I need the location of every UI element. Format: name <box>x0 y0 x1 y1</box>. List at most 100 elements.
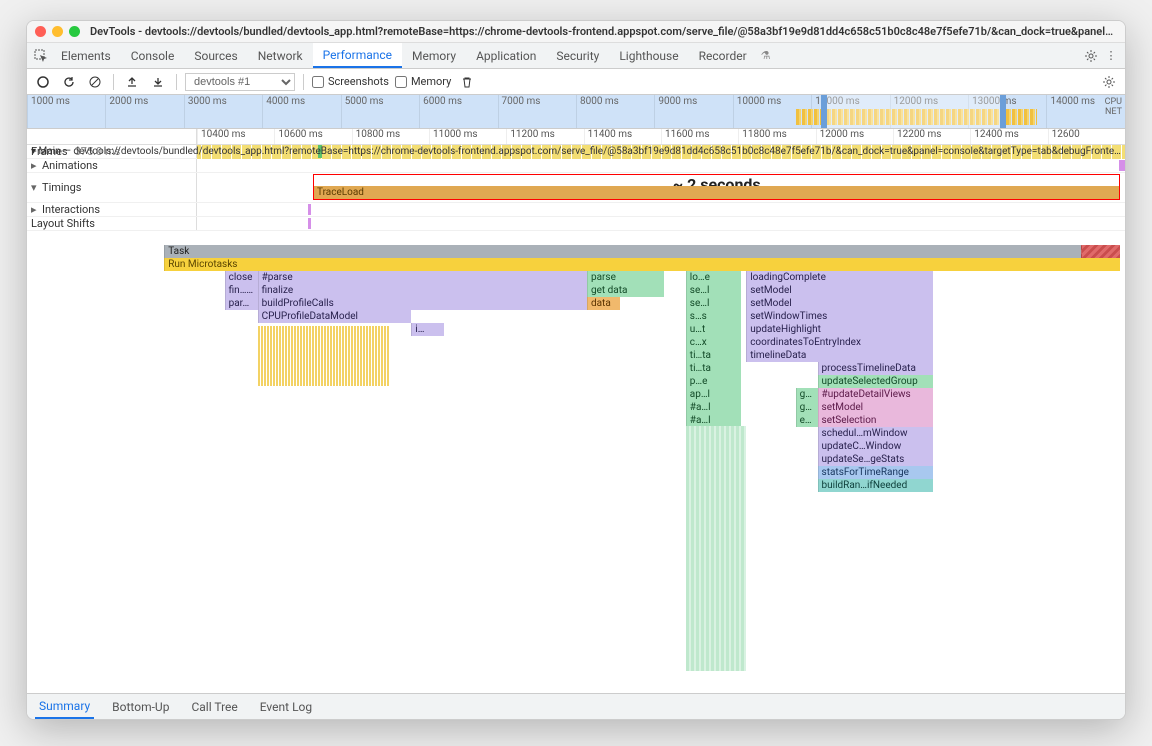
tab-sources[interactable]: Sources <box>184 43 247 68</box>
flame-stripes-right <box>933 296 1120 671</box>
window-controls <box>35 26 80 37</box>
tab-console[interactable]: Console <box>121 43 185 68</box>
flame-bar[interactable]: e… <box>796 414 818 427</box>
flame-bar[interactable]: finalize <box>258 284 587 297</box>
flame-bar[interactable]: buildRan…ifNeeded <box>818 479 933 492</box>
overview-tick: 9000 ms <box>654 95 732 128</box>
flame-chart[interactable]: TaskRun Microtasksclose#parseparse lo…e lo… <box>27 231 1125 671</box>
flame-bar[interactable]: #parse <box>258 271 587 284</box>
details-tab-bottom-up[interactable]: Bottom-Up <box>108 694 173 719</box>
flame-bar[interactable]: Task <box>164 245 1119 258</box>
main-thread-label[interactable]: ▾ Main — devtools://devtools/bundled/dev… <box>27 145 1125 158</box>
tab-security[interactable]: Security <box>546 43 609 68</box>
flame-bar[interactable]: #updateDetailViews <box>818 388 933 401</box>
flame-bar[interactable]: coordinatesToEntryIndex <box>746 336 933 349</box>
long-task-indicator[interactable] <box>1081 245 1119 258</box>
tab-memory[interactable]: Memory <box>402 43 466 68</box>
interactions-bar[interactable] <box>308 204 311 215</box>
animations-bar[interactable] <box>1119 160 1125 171</box>
flame-bar[interactable]: processTimelineData <box>818 362 933 375</box>
flame-bar[interactable]: data <box>587 297 620 310</box>
session-select[interactable]: devtools #1 <box>185 73 295 91</box>
minimize-window-button[interactable] <box>52 26 63 37</box>
inspect-icon[interactable] <box>31 46 51 66</box>
settings-icon[interactable] <box>1081 46 1101 66</box>
flame-bar[interactable]: s…s <box>686 310 741 323</box>
flame-bar[interactable]: get data <box>587 284 664 297</box>
details-tab-call-tree[interactable]: Call Tree <box>187 694 241 719</box>
flame-bar[interactable]: setModel <box>818 401 933 414</box>
flame-bar[interactable]: updateSelectedGroup <box>818 375 933 388</box>
maximize-window-button[interactable] <box>69 26 80 37</box>
flame-bar[interactable]: c…x <box>686 336 741 349</box>
memory-checkbox[interactable]: Memory <box>395 75 451 88</box>
flame-bar[interactable]: g… <box>796 388 818 401</box>
tab-lighthouse[interactable]: Lighthouse <box>609 43 688 68</box>
flame-bar[interactable]: close <box>225 271 258 284</box>
details-tab-event-log[interactable]: Event Log <box>256 694 316 719</box>
animations-lane-label[interactable]: ▸Animations <box>27 159 197 172</box>
overview-selection[interactable] <box>823 95 1004 128</box>
selection-handle-right[interactable] <box>1000 95 1006 128</box>
detail-tick: 12600 <box>1048 129 1125 144</box>
upload-icon[interactable] <box>122 72 142 92</box>
close-window-button[interactable] <box>35 26 46 37</box>
more-icon[interactable]: ⋮ <box>1101 46 1121 66</box>
flame-bar[interactable]: ap…l <box>686 388 741 401</box>
flame-bar[interactable]: schedul…mWindow <box>818 427 933 440</box>
reload-icon[interactable] <box>59 72 79 92</box>
flame-bar[interactable]: fin…ace <box>225 284 258 297</box>
traceload-bar[interactable]: TraceLoad <box>314 186 1119 199</box>
flame-bar[interactable]: lo…e <box>686 271 741 284</box>
layout-shifts-lane-label[interactable]: Layout Shifts <box>27 217 197 230</box>
flame-bar[interactable]: updateSe…geStats <box>818 453 933 466</box>
capture-settings-icon[interactable] <box>1099 72 1119 92</box>
screenshots-checkbox[interactable]: Screenshots <box>312 75 389 88</box>
tab-performance[interactable]: Performance <box>313 43 402 68</box>
flame-bar[interactable]: ti…ta <box>686 362 741 375</box>
flame-bar[interactable]: u…t <box>686 323 741 336</box>
flame-bar[interactable]: se…l <box>686 297 741 310</box>
clear-icon[interactable] <box>85 72 105 92</box>
devtools-window: DevTools - devtools://devtools/bundled/d… <box>26 20 1126 720</box>
flame-bar[interactable]: i… <box>411 323 444 336</box>
detail-ruler: 10400 ms10600 ms10800 ms11000 ms11200 ms… <box>27 129 1125 145</box>
flame-bar[interactable]: ti…ta <box>686 349 741 362</box>
flame-bar[interactable]: g… <box>796 401 818 414</box>
flame-stripe <box>933 271 1120 284</box>
flame-bar[interactable]: se…l <box>686 284 741 297</box>
traceload-region[interactable]: ~ 2 seconds TraceLoad <box>313 174 1120 200</box>
flame-bar[interactable]: CPUProfileDataModel <box>258 310 412 323</box>
flame-bar[interactable]: buildProfileCalls <box>258 297 587 310</box>
timings-lane-label[interactable]: ▾Timings <box>27 173 197 202</box>
trash-icon[interactable] <box>457 72 477 92</box>
flame-bar[interactable]: setSelection <box>818 414 933 427</box>
flame-bar[interactable]: statsForTimeRange <box>818 466 933 479</box>
overview-tick: 5000 ms <box>341 95 419 128</box>
flame-bar[interactable]: updateHighlight <box>746 323 933 336</box>
flame-bar[interactable]: par…at <box>225 297 258 310</box>
layout-shift-bar[interactable] <box>308 218 311 229</box>
flask-icon: ⚗ <box>761 49 771 62</box>
flame-bar[interactable]: setModel <box>746 284 933 297</box>
flame-bar[interactable]: Run Microtasks <box>164 258 1119 271</box>
overview-ruler[interactable]: 1000 ms2000 ms3000 ms4000 ms5000 ms6000 … <box>27 95 1125 129</box>
flame-bar[interactable]: setModel <box>746 297 933 310</box>
interactions-lane-label[interactable]: ▸Interactions <box>27 203 197 216</box>
selection-handle-left[interactable] <box>821 95 827 128</box>
flame-bar[interactable]: #a…l <box>686 401 741 414</box>
details-tab-summary[interactable]: Summary <box>35 694 94 719</box>
flame-bar[interactable]: parse <box>587 271 664 284</box>
record-icon[interactable] <box>33 72 53 92</box>
download-icon[interactable] <box>148 72 168 92</box>
flame-bar[interactable]: loadingComplete <box>746 271 933 284</box>
tab-recorder[interactable]: Recorder <box>689 43 757 68</box>
flame-bar[interactable]: setWindowTimes <box>746 310 933 323</box>
tab-network[interactable]: Network <box>248 43 313 68</box>
flame-bar[interactable]: p…e <box>686 375 741 388</box>
overview-tick: 7000 ms <box>498 95 576 128</box>
flame-bar[interactable]: timelineData <box>746 349 933 362</box>
flame-bar[interactable]: updateC…Window <box>818 440 933 453</box>
tab-elements[interactable]: Elements <box>51 43 121 68</box>
tab-application[interactable]: Application <box>466 43 546 68</box>
